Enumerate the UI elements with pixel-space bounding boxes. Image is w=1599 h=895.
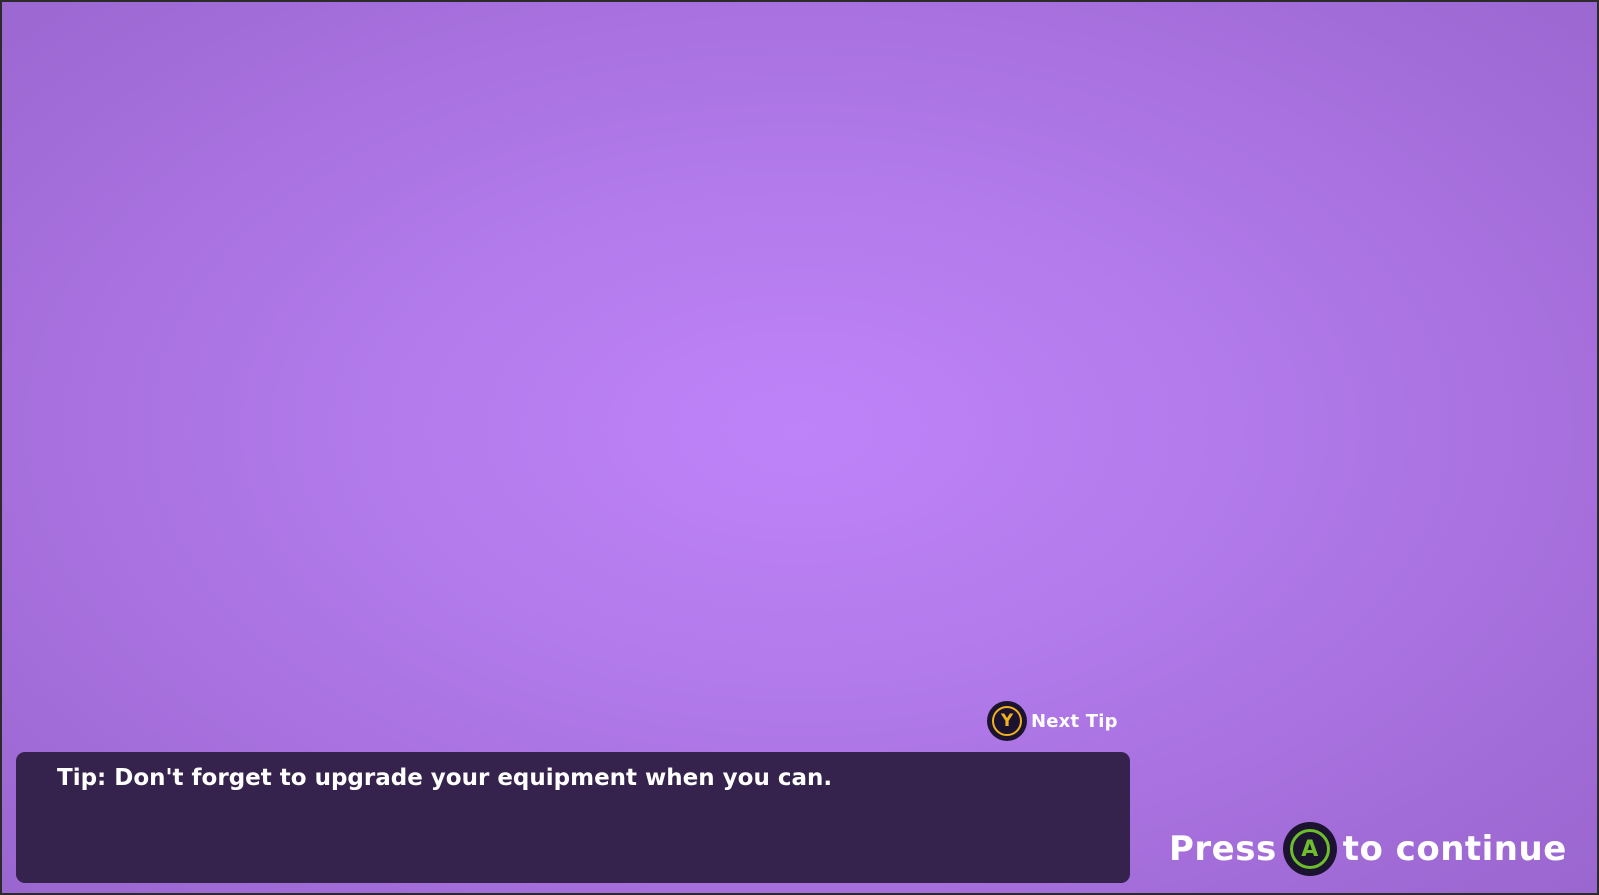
loading-screen: Y Next Tip Tip: Don't forget to upgrade … xyxy=(2,2,1597,893)
a-button-icon: A xyxy=(1282,822,1337,876)
next-tip-button[interactable]: Y Next Tip xyxy=(987,701,1118,741)
y-button-icon: Y xyxy=(987,701,1027,741)
continue-press-text: Press xyxy=(1169,829,1277,869)
y-button-glyph: Y xyxy=(992,706,1022,736)
tip-panel: Tip: Don't forget to upgrade your equipm… xyxy=(16,752,1130,883)
continue-action-text: to continue xyxy=(1342,829,1567,869)
tip-text: Tip: Don't forget to upgrade your equipm… xyxy=(57,765,833,791)
a-button-glyph: A xyxy=(1289,829,1330,869)
next-tip-label: Next Tip xyxy=(1031,710,1118,732)
continue-prompt[interactable]: Press A to continue xyxy=(1169,822,1567,876)
